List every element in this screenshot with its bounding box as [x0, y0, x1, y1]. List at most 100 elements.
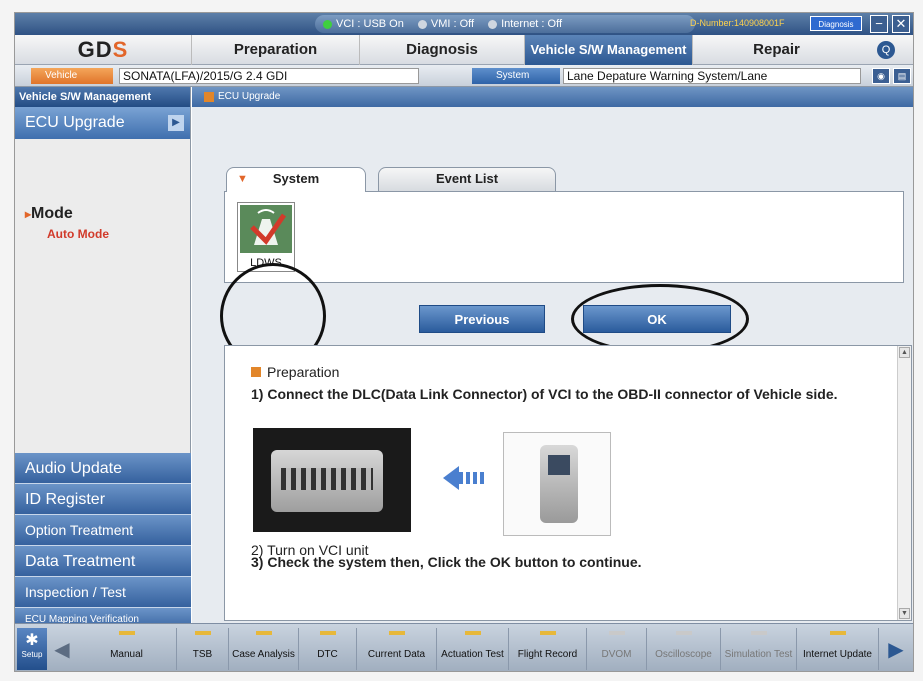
step-1-text: 1) Connect the DLC(Data Link Connector) … [251, 386, 838, 402]
vmi-status: VMI : Off [417, 18, 475, 30]
tool-indicator [829, 631, 846, 635]
title-bar: VCI : USB On VMI : Off Internet : Off D-… [15, 13, 913, 44]
vci-status-icon [323, 19, 332, 29]
vci-screen [548, 455, 570, 475]
menu-repair[interactable]: Repair [692, 35, 860, 65]
main-content: ECU Upgrade ▼ System Event List LDWS Prev… [192, 87, 913, 623]
system-button[interactable]: System [472, 68, 560, 84]
sidebar-menu: Audio Update ID Register Option Treatmen… [15, 453, 191, 632]
tool-indicator [675, 631, 692, 635]
tool-indicator [255, 631, 272, 635]
tab-system[interactable]: ▼ System [226, 167, 366, 192]
preparation-panel: Preparation 1) Connect the DLC(Data Link… [224, 345, 912, 621]
ldws-system-button[interactable]: LDWS [237, 202, 295, 272]
tool-tsb[interactable]: TSB [177, 628, 229, 670]
minimize-button[interactable]: − [870, 15, 888, 33]
d-number: D-Number:140908001F [690, 18, 785, 28]
breadcrumb-icon [204, 92, 214, 102]
setup-icon: ✱ [25, 632, 39, 649]
diagnosis-finish-button[interactable]: Diagnosis Finish [810, 16, 862, 44]
capture-icon[interactable]: ◉ [872, 68, 890, 84]
tab-system-label: System [272, 171, 320, 186]
preparation-icon [251, 367, 261, 377]
vehicle-field: SONATA(LFA)/2015/G 2.4 GDI [119, 68, 419, 84]
tool-simulation-test[interactable]: Simulation Test [721, 628, 797, 670]
internet-status-text: Internet : Off [501, 18, 563, 30]
scroll-right-icon[interactable]: ▶ [885, 632, 907, 666]
tool-label: DVOM [601, 648, 632, 660]
tool-label: Actuation Test [441, 648, 504, 660]
caret-down-icon: ▼ [237, 173, 248, 185]
tool-indicator [194, 631, 211, 635]
tool-label: Flight Record [517, 648, 578, 660]
sidebar-item-label: ECU Upgrade [25, 114, 125, 131]
vci-status-text: VCI : USB On [336, 18, 404, 30]
breadcrumb: ECU Upgrade [192, 87, 913, 107]
main-menu: GD S Preparation Diagnosis Vehicle S/W Ma… [15, 35, 913, 65]
step-3-text: 3) Check the system then, Click the OK b… [251, 554, 642, 570]
menu-diagnosis[interactable]: Diagnosis [359, 35, 524, 65]
tool-label: Internet Update [803, 648, 872, 660]
tool-label: Case Analysis [232, 648, 295, 660]
tool-manual[interactable]: Manual [77, 628, 177, 670]
setup-button[interactable]: ✱ Setup [17, 628, 47, 670]
close-button[interactable]: ✕ [892, 15, 910, 33]
sidebar-item-id-register[interactable]: ID Register [15, 484, 191, 515]
tool-actuation-test[interactable]: Actuation Test [437, 628, 509, 670]
scrollbar[interactable]: ▲ ▼ [897, 346, 911, 620]
menu-preparation[interactable]: Preparation [191, 35, 359, 65]
arrow-bars [459, 472, 487, 484]
vmi-status-text: VMI : Off [430, 18, 475, 30]
vci-device-image [503, 432, 611, 536]
gds-logo: GD S [15, 35, 191, 65]
sidebar-item-ecu-upgrade[interactable]: ECU Upgrade ▶ [15, 107, 190, 139]
tool-indicator [464, 631, 481, 635]
setup-label: Setup [21, 650, 43, 659]
highlight-ellipse [571, 284, 749, 354]
tool-label: DTC [317, 648, 338, 660]
tool-label: TSB [192, 648, 213, 660]
sidebar-item-inspection-test[interactable]: Inspection / Test [15, 577, 191, 608]
tool-dtc[interactable]: DTC [299, 628, 357, 670]
internet-status: Internet : Off [488, 18, 562, 30]
tool-flight-record[interactable]: Flight Record [509, 628, 587, 670]
print-icon[interactable]: ▤ [893, 68, 911, 84]
tool-indicator [388, 631, 405, 635]
tool-indicator [750, 631, 767, 635]
arrow-left-icon [443, 466, 487, 490]
gds-window: VCI : USB On VMI : Off Internet : Off D-… [14, 12, 914, 672]
tool-indicator [608, 631, 625, 635]
tool-oscilloscope[interactable]: Oscilloscope [647, 628, 721, 670]
bottom-toolbar: ✱ Setup ◀ Manual TSB Case Analysis DTC Cu… [15, 623, 913, 671]
search-button[interactable]: Q [872, 38, 900, 62]
tool-internet-update[interactable]: Internet Update [797, 628, 879, 670]
sidebar-item-option-treatment[interactable]: Option Treatment [15, 515, 191, 546]
menu-vehicle-sw-management[interactable]: Vehicle S/W Management [524, 35, 692, 65]
mode-label-text: Mode [31, 205, 73, 222]
ldws-icon [240, 205, 292, 253]
scroll-left-icon[interactable]: ◀ [51, 632, 73, 666]
scroll-down-icon[interactable]: ▼ [899, 608, 910, 619]
tool-case-analysis[interactable]: Case Analysis [229, 628, 299, 670]
vehicle-button[interactable]: Vehicle [31, 68, 113, 84]
arrow-head [443, 466, 459, 490]
logo-main: GD [77, 37, 113, 62]
system-field: Lane Depature Warning System/Lane [563, 68, 861, 84]
sidebar-item-data-treatment[interactable]: Data Treatment [15, 546, 191, 577]
tab-event-list[interactable]: Event List [378, 167, 556, 191]
auto-mode-link[interactable]: Auto Mode [47, 227, 109, 241]
tool-current-data[interactable]: Current Data [357, 628, 437, 670]
vci-status: VCI : USB On [323, 18, 404, 30]
vehicle-bar: Vehicle SONATA(LFA)/2015/G 2.4 GDI Syste… [15, 65, 913, 87]
previous-button[interactable]: Previous [419, 305, 545, 333]
tool-label: Manual [110, 648, 143, 660]
sidebar-header: Vehicle S/W Management [15, 87, 190, 107]
tool-label: Current Data [367, 648, 426, 660]
sidebar-item-audio-update[interactable]: Audio Update [15, 453, 191, 484]
connector-pins [281, 468, 373, 490]
vmi-status-icon [417, 19, 427, 29]
scroll-up-icon[interactable]: ▲ [899, 347, 910, 358]
mode-label: ▸Mode [25, 205, 73, 223]
tool-dvom[interactable]: DVOM [587, 628, 647, 670]
breadcrumb-text: ECU Upgrade [218, 91, 281, 102]
